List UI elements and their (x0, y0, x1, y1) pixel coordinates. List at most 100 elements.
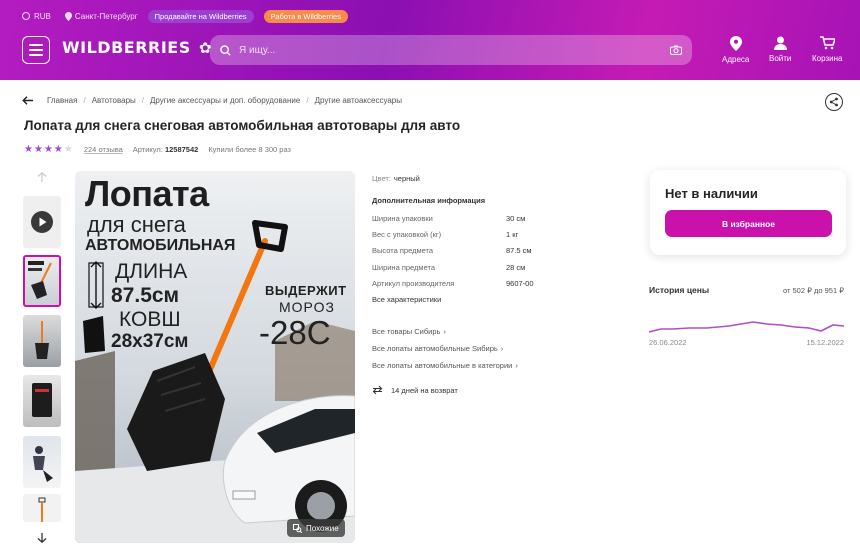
thumbnail-person-shoveling (33, 446, 53, 482)
thumbnail-shovel (35, 321, 49, 359)
nav-login[interactable]: Войти (769, 36, 791, 63)
reviews-link[interactable]: 224 отзыва (84, 145, 123, 154)
share-icon (829, 97, 838, 107)
star-icon: ★ (43, 144, 54, 155)
logo-text: WILDBERRIES (62, 38, 191, 57)
availability-status: Нет в наличии (665, 186, 758, 201)
price-history-dates: 26.06.2022 15.12.2022 (649, 338, 844, 347)
spec-row: Ширина упаковки 30 см (372, 213, 526, 223)
spec-row: Высота предмета 87.5 см (372, 246, 532, 256)
price-range: от 502 ₽ до 951 ₽ (782, 285, 844, 295)
add-to-favorites-button[interactable]: В избранное (665, 210, 832, 237)
image-caption: МОРОЗ (279, 299, 335, 315)
chevron-right-icon: › (443, 327, 446, 337)
sell-on-wb-link[interactable]: Продавайте на Wildberries (147, 9, 254, 23)
similar-icon (293, 523, 302, 533)
work-at-wb-link[interactable]: Работа в Wildberries (263, 9, 348, 23)
cart-icon (819, 36, 835, 50)
price-history: История цены от 502 ₽ до 951 ₽ 26.06.202… (649, 284, 844, 347)
site-header: RUB Санкт-Петербург Продавайте на Wildbe… (0, 0, 860, 80)
video-thumbnail[interactable] (23, 196, 61, 248)
price-history-chart[interactable] (649, 302, 844, 336)
image-thumbnail[interactable] (23, 315, 61, 367)
header-topline: RUB Санкт-Петербург Продавайте на Wildbe… (22, 9, 348, 23)
thumbnail-product-box (32, 383, 52, 417)
star-icon: ★ (63, 144, 74, 155)
image-caption: 87.5см (111, 284, 180, 307)
image-thumbnail[interactable] (23, 255, 61, 307)
image-caption: -28С (259, 314, 331, 351)
spec-row: Артикул производителя 9607-00 (372, 278, 534, 288)
breadcrumb-link[interactable]: Автотовары (92, 96, 136, 105)
image-thumbnail[interactable] (23, 436, 61, 488)
spec-table: Ширина упаковки 30 см Вес с упаковкой (кг… (372, 210, 642, 291)
star-icon: ★ (53, 144, 64, 155)
star-icon: ★ (24, 144, 34, 155)
product-title: Лопата для снега снеговая автомобильная … (24, 118, 461, 133)
nav-cart[interactable]: Корзина (812, 36, 842, 63)
camera-icon[interactable] (670, 45, 682, 55)
image-caption: Лопата (85, 173, 209, 214)
image-caption: КОВШ (119, 308, 181, 331)
spec-row: Ширина предмета 28 см (372, 262, 526, 272)
spec-row: Вес с упаковкой (кг) 1 кг (372, 229, 519, 239)
price-history-header: История цены от 502 ₽ до 951 ₽ (649, 284, 844, 296)
breadcrumb: Главная / Автотовары / Другие аксессуары… (22, 96, 402, 105)
product-meta: ★★★★★ 224 отзыва Артикул: 12587542 Купил… (24, 144, 291, 155)
nav-label: Адреса (722, 55, 750, 64)
related-links: Все товары Сибирь › Все лопаты автомобиль… (372, 323, 642, 374)
color-info: Цвет: черный (372, 173, 420, 183)
chevron-right-icon: › (500, 344, 504, 354)
chevron-right-icon: › (515, 361, 518, 371)
star-icon: ★ (33, 144, 44, 155)
currency-selector[interactable]: RUB (22, 12, 51, 21)
bought-count: Купили более 8 300 раз (208, 145, 291, 154)
play-icon (31, 211, 53, 233)
breadcrumb-separator: / (141, 96, 145, 105)
share-button[interactable] (825, 93, 843, 111)
main-product-image[interactable]: Лопата для снега АВТОМОБИЛЬНАЯ ДЛИНА 87.… (75, 171, 355, 543)
globe-icon (22, 12, 30, 20)
nav-addresses[interactable]: Адреса (722, 36, 749, 64)
image-caption: ДЛИНА (115, 260, 188, 283)
breadcrumb-link[interactable]: Главная (47, 96, 77, 105)
rating-stars[interactable]: ★★★★★ (24, 144, 74, 155)
breadcrumb-separator: / (306, 96, 309, 105)
city-selector[interactable]: Санкт-Петербург (64, 11, 138, 21)
image-thumbnail[interactable] (23, 494, 61, 522)
section-heading: Дополнительная информация (372, 196, 486, 205)
search-bar[interactable] (210, 35, 692, 65)
breadcrumb-separator: / (83, 96, 86, 105)
image-caption: 28x37см (111, 331, 189, 352)
thumbnail-shovel (28, 261, 52, 299)
arrow-down-icon[interactable] (37, 533, 47, 543)
price-history-title: История цены (649, 285, 710, 295)
burger-line (29, 54, 43, 56)
return-icon (372, 386, 383, 395)
price-line (649, 321, 844, 333)
return-policy[interactable]: 14 дней на возврат (372, 382, 642, 398)
menu-button[interactable] (22, 36, 50, 64)
breadcrumb-link[interactable]: Другие аксессуары и доп. оборудование (150, 96, 300, 105)
brand-category-link[interactable]: Все лопаты автомобильные Sибирь › (372, 340, 642, 357)
category-link[interactable]: Все лопаты автомобильные в категории › (372, 357, 642, 374)
image-caption: для снега (87, 212, 186, 237)
map-pin-icon (729, 36, 742, 51)
image-thumbnail[interactable] (23, 375, 61, 427)
arrow-up-icon[interactable] (37, 172, 47, 182)
search-icon (220, 44, 231, 56)
nav-label: Войти (769, 54, 792, 63)
image-caption: АВТОМОБИЛЬНАЯ (85, 237, 236, 254)
location-icon (64, 11, 72, 21)
all-specs-link[interactable]: Все характеристики (372, 291, 642, 307)
similar-button[interactable]: Похожие (287, 519, 345, 537)
burger-line (29, 44, 43, 46)
user-icon (773, 36, 787, 50)
burger-line (29, 49, 43, 51)
back-arrow-icon[interactable] (22, 96, 33, 105)
product-details: Цвет: черный Дополнительная информация Ш… (372, 170, 642, 398)
brand-products-link[interactable]: Все товары Сибирь › (372, 323, 642, 340)
site-logo[interactable]: WILDBERRIES ✿ (62, 38, 212, 57)
breadcrumb-link[interactable]: Другие автоаксессуары (315, 96, 402, 105)
search-input[interactable] (239, 44, 662, 56)
